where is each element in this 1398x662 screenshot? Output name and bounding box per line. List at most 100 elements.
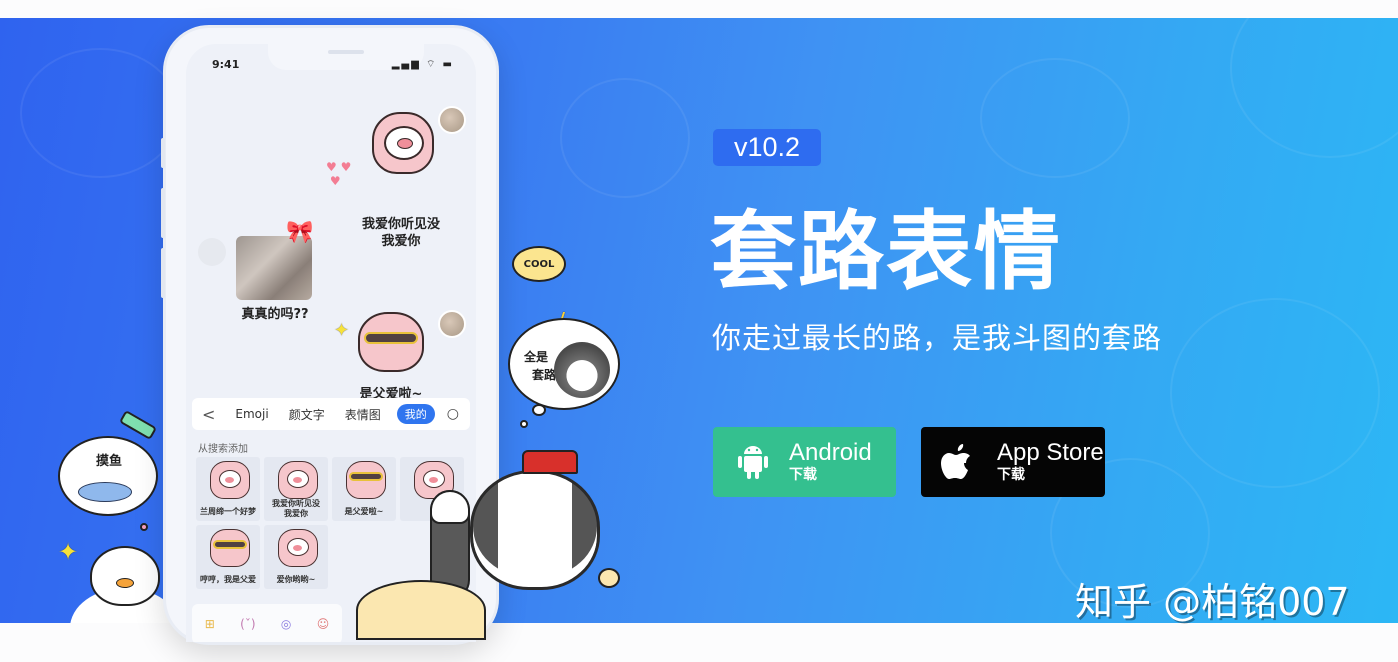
pig-nose <box>293 477 302 483</box>
tagline: 你走过最长的路，是我斗图的套路 <box>712 321 1163 355</box>
version-badge: v10.2 <box>713 129 821 166</box>
background-doodle <box>980 58 1130 178</box>
sparkle-icon: ✦ <box>334 320 350 341</box>
status-time: 9:41 <box>212 58 240 71</box>
pig-face <box>384 126 424 160</box>
fish-speech-bubble: 摸鱼 <box>58 436 158 516</box>
pig-sticker-thumb <box>278 529 318 567</box>
tab-emoji[interactable]: Emoji <box>235 407 268 421</box>
sticker-pack-icon[interactable]: ⊞ <box>205 617 215 631</box>
page-title: 套路表情 <box>710 202 1062 302</box>
star-icon: ✦ <box>58 538 79 566</box>
appstore-download-texts: App Store 下载 <box>997 440 1104 484</box>
caption-line: 我爱你听见没 <box>361 217 440 232</box>
green-bolt-icon <box>118 409 158 441</box>
cat-head <box>470 470 600 590</box>
android-download-texts: Android 下载 <box>789 440 872 484</box>
tab-kaomoji[interactable]: 颜文字 <box>289 406 325 423</box>
battery-icon: ▬ <box>442 59 454 70</box>
section-label: 从搜索添加 <box>198 444 248 455</box>
back-button[interactable]: < <box>202 405 215 424</box>
sticker-caption: 我爱你听见没 我爱你 <box>272 499 320 518</box>
android-download-label: Android <box>789 439 872 466</box>
bow-icon: 🎀 <box>286 220 314 245</box>
appstore-download-button[interactable]: App Store 下载 <box>921 427 1105 497</box>
sticker-cell[interactable]: 兰周缔一个好梦 <box>196 457 260 521</box>
avatar[interactable] <box>438 310 466 338</box>
sunglasses-icon <box>364 332 418 344</box>
cat-hat <box>522 450 578 474</box>
hearts-icon: ♥ ♥ ♥ <box>326 160 352 188</box>
fish-bubble-text: 摸鱼 <box>96 454 123 469</box>
appstore-download-label: App Store <box>997 439 1104 466</box>
cat-photo-sticker[interactable] <box>236 236 312 300</box>
sticker-caption: 是父爱啦~ <box>344 507 384 516</box>
dot-decoration <box>140 523 148 531</box>
speaker-grill <box>328 50 364 54</box>
sticker-pack-bar: ⊞ (ˇ) ◎ ☺ <box>192 604 342 642</box>
search-icon[interactable]: ○ <box>447 406 459 422</box>
pig-sticker-thumb <box>210 461 250 499</box>
sticker-cell[interactable]: 哼哼，我是父爱 <box>196 525 260 589</box>
pig-face <box>219 470 241 488</box>
avatar[interactable] <box>438 106 466 134</box>
background-doodle <box>1230 18 1398 158</box>
pig-nose <box>397 138 413 149</box>
cool-speech-bubble: COOL <box>512 246 566 282</box>
thought-line: 全是 <box>524 350 549 364</box>
cat-character-small <box>554 342 610 398</box>
pig-sunglasses-sticker[interactable] <box>358 312 424 372</box>
sticker-cell[interactable]: 爱你哟哟~ <box>264 525 328 589</box>
sticker-caption: 爱你哟哟~ <box>276 575 316 584</box>
android-download-button[interactable]: Android 下载 <box>713 427 896 497</box>
watermark: 知乎 @柏铭007 <box>1075 580 1350 624</box>
cloud-decoration <box>598 568 620 588</box>
cloud-decoration <box>356 580 486 640</box>
cat-paw-pad <box>430 490 470 524</box>
apple-icon <box>939 440 983 484</box>
kaomoji-icon[interactable]: (ˇ) <box>240 617 255 631</box>
sticker-caption: 兰周缔一个好梦 <box>200 507 256 516</box>
phone-side-button <box>161 248 165 298</box>
pig-face <box>287 470 309 488</box>
background-doodle <box>1170 298 1380 488</box>
avatar[interactable] <box>198 238 226 266</box>
emoji-tab-bar: < Emoji 颜文字 表情图 我的 ○ <box>192 398 470 430</box>
pig-sticker-thumb <box>210 529 250 567</box>
sticker-caption: 哼哼，我是父爱 <box>200 575 256 584</box>
tab-stickers[interactable]: 表情图 <box>345 406 381 423</box>
wifi-icon: ⌔ <box>425 59 438 70</box>
caption-line: 真真的吗?? <box>241 307 309 322</box>
pig-sticker-thumb <box>346 461 386 499</box>
thought-line: 套路 <box>532 368 557 382</box>
camera-icon[interactable]: ◎ <box>281 617 291 631</box>
signal-icon: ▂▄▆ <box>391 59 421 70</box>
sticker-cell[interactable]: 是父爱啦~ <box>332 457 396 521</box>
pig-sticker-thumb <box>278 461 318 499</box>
duck-character <box>90 546 160 606</box>
background-doodle <box>20 48 180 178</box>
phone-side-button <box>161 188 165 238</box>
chat-caption: 我爱你听见没 我爱你 <box>336 216 466 250</box>
thought-bubble: 全是 套路 <box>508 318 620 410</box>
sunglasses-icon <box>349 472 383 481</box>
pig-nose <box>225 477 234 483</box>
pig-sticker[interactable] <box>372 112 434 174</box>
status-icons: ▂▄▆ ⌔ ▬ <box>392 58 454 71</box>
sunglasses-icon <box>213 540 247 549</box>
background-doodle <box>560 78 690 198</box>
sticker-cell[interactable]: 我爱你听见没 我爱你 <box>264 457 328 521</box>
android-download-sublabel: 下载 <box>789 467 817 483</box>
pig-face <box>287 538 309 556</box>
thought-bubble-text: 全是 套路 <box>524 348 556 384</box>
phone-side-button <box>161 138 165 168</box>
chat-area: ♥ ♥ ♥ 我爱你听见没 我爱你 🎀 真真的吗?? ✦ 是父爱啦~ <box>186 84 476 402</box>
chat-caption: 真真的吗?? <box>230 306 320 323</box>
pig-icon[interactable]: ☺ <box>317 617 330 631</box>
page: 摸鱼 ✦ 9:41 ▂▄▆ ⌔ ▬ ♥ ♥ ♥ 我爱你听见没 我爱你 🎀 真真的… <box>0 0 1398 662</box>
tab-mine[interactable]: 我的 <box>396 404 435 424</box>
android-icon <box>731 440 775 484</box>
fish-icon <box>78 482 132 502</box>
duck-beak <box>116 578 134 588</box>
pig-nose <box>293 545 302 551</box>
